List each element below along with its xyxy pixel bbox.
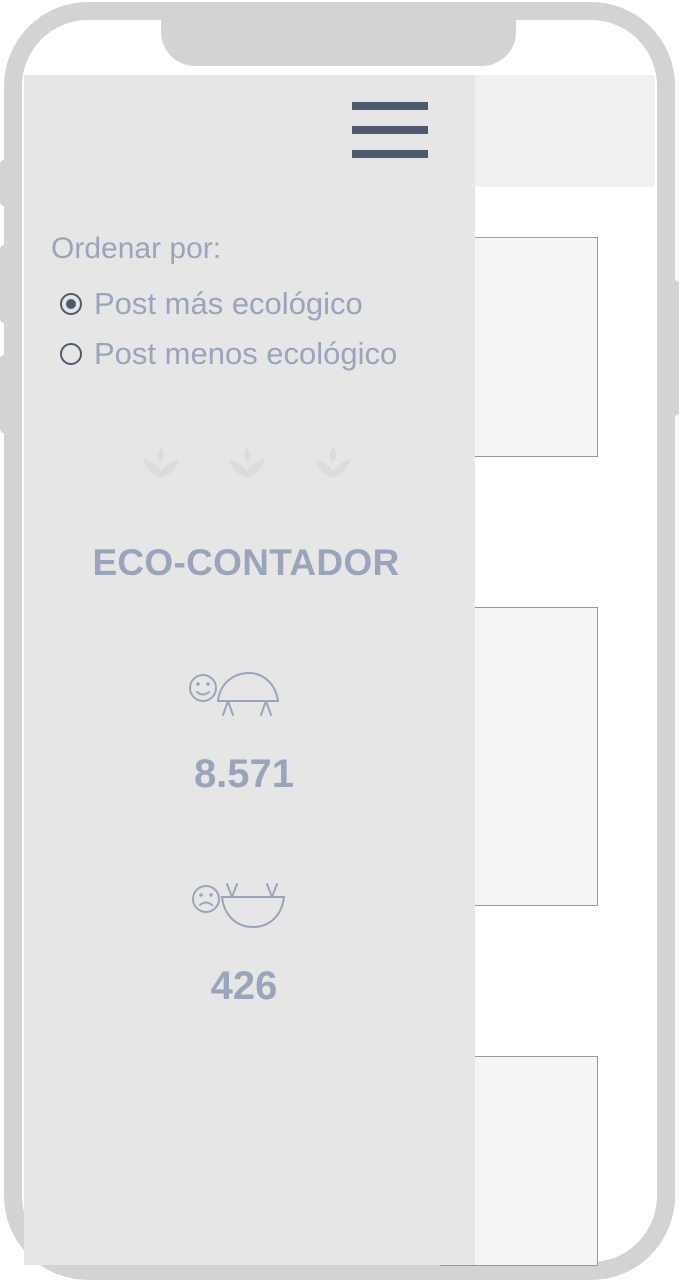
- negative-counter-value: 426: [210, 964, 278, 1008]
- sort-label: Ordenar por:: [51, 232, 222, 265]
- positive-counter-value: 8.571: [193, 752, 295, 796]
- sort-option-label: Post menos ecológico: [94, 336, 398, 371]
- leaf-icon: [315, 447, 351, 477]
- happy-turtle-icon: [189, 671, 280, 716]
- sort-option-label: Post más ecológico: [94, 286, 363, 321]
- leaf-divider: [24, 443, 475, 483]
- leaf-icon: [143, 447, 179, 477]
- leaf-icon: [229, 447, 265, 477]
- sort-option-most-eco[interactable]: Post más ecológico: [60, 286, 363, 322]
- sort-option-least-eco[interactable]: Post menos ecológico: [60, 336, 397, 372]
- radio-selected-icon[interactable]: [60, 293, 82, 315]
- hamburger-menu-icon[interactable]: [352, 102, 428, 159]
- radio-unselected-icon[interactable]: [60, 343, 82, 365]
- eco-counter-title: ECO-CONTADOR: [92, 542, 400, 583]
- phone-notch: [161, 16, 516, 66]
- sad-upside-down-turtle-icon: [192, 883, 286, 929]
- side-drawer: Ordenar por: Post más ecológico Post men…: [24, 75, 475, 1265]
